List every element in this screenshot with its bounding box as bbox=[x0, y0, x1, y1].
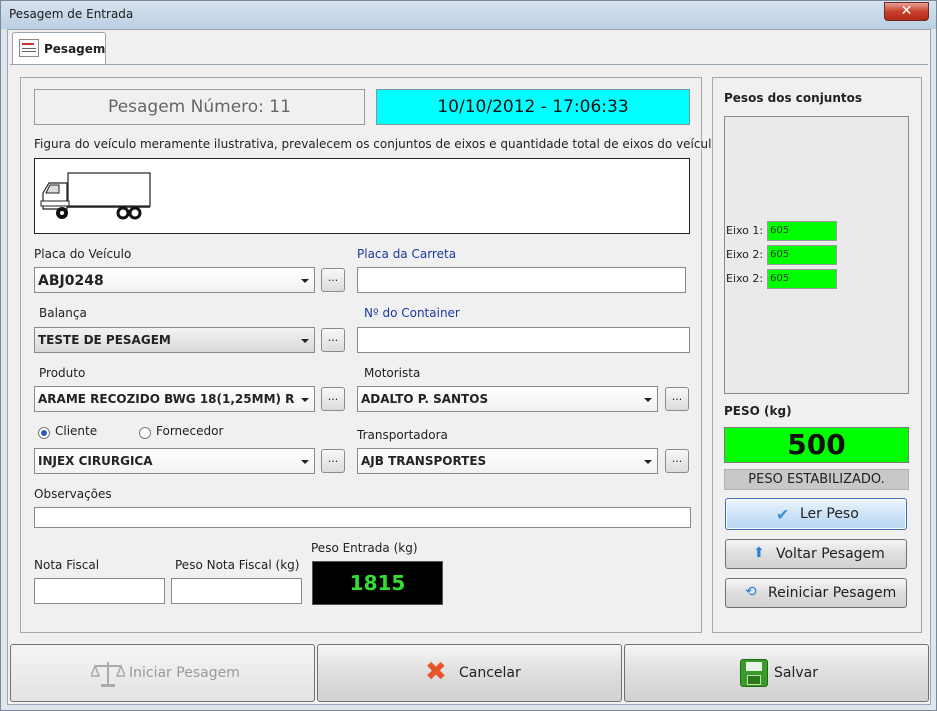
motorista-select[interactable]: ADALTO P. SANTOS bbox=[357, 386, 658, 412]
produto-lookup-button[interactable]: ... bbox=[321, 387, 345, 411]
chevron-down-icon bbox=[301, 398, 309, 402]
peso-display: 500 bbox=[724, 427, 909, 463]
scale-icon bbox=[91, 662, 125, 687]
transportadora-select[interactable]: AJB TRANSPORTES bbox=[357, 448, 658, 474]
vehicle-figure bbox=[34, 158, 690, 234]
datetime-display: 10/10/2012 - 17:06:33 bbox=[376, 89, 690, 125]
peso-entrada-label: Peso Entrada (kg) bbox=[311, 541, 418, 555]
ler-peso-label: Ler Peso bbox=[800, 506, 859, 522]
eixo-1-value: 605 bbox=[767, 221, 837, 241]
transportadora-lookup-button[interactable]: ... bbox=[665, 449, 689, 473]
peso-nota-fiscal-label: Peso Nota Fiscal (kg) bbox=[175, 558, 300, 572]
observacoes-label: Observações bbox=[34, 487, 112, 501]
close-icon: ✖ bbox=[425, 657, 447, 687]
close-button[interactable]: ✕ bbox=[884, 2, 929, 21]
placa-veiculo-select[interactable]: ABJ0248 bbox=[34, 267, 315, 293]
iniciar-pesagem-label: Iniciar Pesagem bbox=[129, 665, 240, 681]
ler-peso-button[interactable]: ✔ Ler Peso bbox=[725, 498, 907, 530]
chevron-down-icon bbox=[301, 339, 309, 343]
check-icon: ✔ bbox=[776, 505, 790, 524]
placa-carreta-input[interactable] bbox=[357, 267, 686, 293]
placa-veiculo-lookup-button[interactable]: ... bbox=[321, 268, 345, 292]
peso-nota-fiscal-input[interactable] bbox=[171, 578, 302, 604]
vehicle-note: Figura do veículo meramente ilustrativa,… bbox=[34, 137, 723, 151]
tab-panel: Pesagem Número: 11 10/10/2012 - 17:06:33… bbox=[10, 64, 928, 638]
placa-veiculo-value: ABJ0248 bbox=[38, 273, 104, 289]
cliente-lookup-button[interactable]: ... bbox=[321, 449, 345, 473]
balanca-value: TESTE DE PESAGEM bbox=[38, 333, 171, 347]
chevron-down-icon bbox=[301, 460, 309, 464]
reiniciar-pesagem-button[interactable]: ⟲ Reiniciar Pesagem bbox=[725, 578, 907, 608]
nota-fiscal-input[interactable] bbox=[34, 578, 165, 604]
salvar-button[interactable]: Salvar bbox=[624, 644, 929, 702]
produto-select[interactable]: ARAME RECOZIDO BWG 18(1,25MM) RL 1 bbox=[34, 386, 315, 412]
conjuntos-panel: Eixo 1: 605 Eixo 2: 605 Eixo 2: 605 bbox=[724, 116, 909, 394]
eixo-2-value: 605 bbox=[767, 245, 837, 265]
chevron-down-icon bbox=[301, 279, 309, 283]
pesagem-number: Pesagem Número: 11 bbox=[34, 89, 365, 125]
truck-icon bbox=[40, 172, 151, 220]
voltar-pesagem-label: Voltar Pesagem bbox=[776, 546, 885, 562]
peso-group: Pesos dos conjuntos Eixo 1: 605 Eixo 2: … bbox=[712, 77, 922, 633]
peso-status: PESO ESTABILIZADO. bbox=[724, 469, 909, 490]
refresh-icon: ⟲ bbox=[745, 584, 757, 600]
form-group: Pesagem Número: 11 10/10/2012 - 17:06:33… bbox=[20, 77, 722, 633]
motorista-lookup-button[interactable]: ... bbox=[665, 387, 689, 411]
cliente-value: INJEX CIRURGICA bbox=[38, 454, 153, 468]
cliente-select[interactable]: INJEX CIRURGICA bbox=[34, 448, 315, 474]
observacoes-input[interactable] bbox=[34, 507, 691, 528]
cliente-radio-label: Cliente bbox=[55, 424, 98, 438]
checklist-icon bbox=[19, 39, 39, 57]
placa-veiculo-label: Placa do Veículo bbox=[34, 247, 132, 261]
tab-pesagem-label: Pesagem bbox=[44, 42, 106, 56]
motorista-value: ADALTO P. SANTOS bbox=[361, 392, 489, 406]
placa-carreta-label: Placa da Carreta bbox=[357, 247, 457, 261]
fornecedor-radio-label: Fornecedor bbox=[156, 424, 224, 438]
produto-value: ARAME RECOZIDO BWG 18(1,25MM) RL 1 bbox=[38, 392, 295, 406]
balanca-label: Balança bbox=[39, 306, 87, 320]
peso-label: PESO (kg) bbox=[724, 404, 792, 418]
transportadora-value: AJB TRANSPORTES bbox=[361, 454, 487, 468]
save-icon bbox=[740, 659, 768, 687]
eixo-2-label: Eixo 2: bbox=[726, 248, 764, 261]
produto-label: Produto bbox=[39, 366, 86, 380]
cliente-radio[interactable] bbox=[38, 427, 50, 439]
eixo-3-value: 605 bbox=[767, 269, 837, 289]
salvar-label: Salvar bbox=[774, 665, 818, 681]
nota-fiscal-label: Nota Fiscal bbox=[34, 558, 100, 572]
client-area: Pesagem Pesagem Número: 11 10/10/2012 - … bbox=[7, 29, 931, 705]
container-input[interactable] bbox=[357, 327, 690, 353]
eixo-1-label: Eixo 1: bbox=[726, 224, 764, 237]
cancelar-button[interactable]: ✖ Cancelar bbox=[317, 644, 622, 702]
eixo-3-label: Eixo 2: bbox=[726, 272, 764, 285]
container-label: Nº do Container bbox=[364, 306, 460, 320]
conjuntos-title: Pesos dos conjuntos bbox=[724, 91, 863, 105]
reiniciar-pesagem-label: Reiniciar Pesagem bbox=[768, 585, 897, 601]
balanca-select[interactable]: TESTE DE PESAGEM bbox=[34, 327, 315, 353]
fornecedor-radio[interactable] bbox=[139, 427, 151, 439]
title-bar[interactable]: Pesagem de Entrada ✕ bbox=[1, 1, 936, 29]
iniciar-pesagem-button[interactable]: Iniciar Pesagem bbox=[10, 644, 315, 702]
chevron-down-icon bbox=[644, 398, 652, 402]
motorista-label: Motorista bbox=[364, 366, 421, 380]
transportadora-label: Transportadora bbox=[357, 428, 448, 442]
tab-pesagem[interactable]: Pesagem bbox=[12, 32, 106, 64]
peso-entrada-display: 1815 bbox=[312, 561, 443, 605]
cancelar-label: Cancelar bbox=[459, 665, 521, 681]
voltar-pesagem-button[interactable]: ⬆ Voltar Pesagem bbox=[725, 539, 907, 569]
balanca-lookup-button[interactable]: ... bbox=[321, 328, 345, 352]
window-title: Pesagem de Entrada bbox=[9, 7, 134, 21]
window: Pesagem de Entrada ✕ Pesagem Pesagem Núm… bbox=[0, 0, 937, 711]
chevron-down-icon bbox=[644, 460, 652, 464]
arrow-up-icon: ⬆ bbox=[753, 545, 765, 561]
